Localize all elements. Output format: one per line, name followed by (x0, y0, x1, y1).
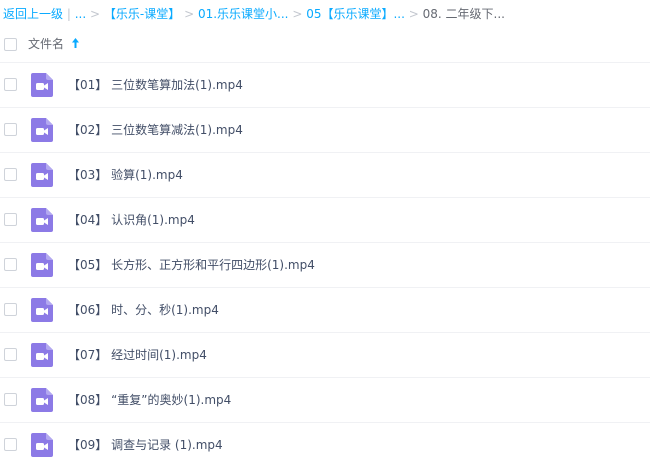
breadcrumb: 返回上一级 | ... > 【乐乐-课堂】 > 01.乐乐课堂小... > 05… (3, 6, 505, 22)
file-name[interactable]: 【09】 调查与记录 (1).mp4 (68, 437, 223, 453)
file-row[interactable]: 【05】 长方形、正方形和平行四边形(1).mp4 (0, 242, 650, 287)
row-checkbox[interactable] (4, 123, 17, 136)
row-checkbox[interactable] (4, 213, 17, 226)
file-row[interactable]: 【02】 三位数笔算减法(1).mp4 (0, 107, 650, 152)
file-row[interactable]: 【01】 三位数笔算加法(1).mp4 (0, 62, 650, 107)
file-name[interactable]: 【01】 三位数笔算加法(1).mp4 (68, 77, 243, 93)
breadcrumb-ellipsis[interactable]: ... (75, 7, 86, 21)
breadcrumb-item-3[interactable]: 05【乐乐课堂】... (306, 7, 405, 21)
breadcrumb-item-1[interactable]: 【乐乐-课堂】 (104, 7, 180, 21)
video-file-icon (31, 73, 53, 97)
breadcrumb-separator: > (184, 7, 195, 21)
breadcrumb-separator: > (292, 7, 303, 21)
video-file-icon (31, 298, 53, 322)
video-file-icon (31, 388, 53, 412)
file-row[interactable]: 【06】 时、分、秒(1).mp4 (0, 287, 650, 332)
file-row[interactable]: 【04】 认识角(1).mp4 (0, 197, 650, 242)
row-checkbox[interactable] (4, 438, 17, 451)
file-name[interactable]: 【04】 认识角(1).mp4 (68, 212, 195, 228)
file-name[interactable]: 【05】 长方形、正方形和平行四边形(1).mp4 (68, 257, 315, 273)
breadcrumb-separator: > (90, 7, 101, 21)
select-all-checkbox[interactable] (4, 38, 17, 51)
video-file-icon (31, 253, 53, 277)
file-name[interactable]: 【08】 “重复”的奥妙(1).mp4 (68, 392, 231, 408)
breadcrumb-item-2[interactable]: 01.乐乐课堂小... (198, 7, 289, 21)
row-checkbox[interactable] (4, 78, 17, 91)
column-header-filename[interactable]: 文件名 (28, 36, 64, 52)
breadcrumb-divider: | (66, 7, 71, 21)
video-file-icon (31, 433, 53, 457)
arrow-up-icon[interactable] (71, 36, 80, 50)
breadcrumb-separator: > (408, 7, 419, 21)
file-list-header: 文件名 (0, 28, 650, 60)
video-file-icon (31, 208, 53, 232)
file-row[interactable]: 【07】 经过时间(1).mp4 (0, 332, 650, 377)
video-file-icon (31, 118, 53, 142)
file-name[interactable]: 【02】 三位数笔算减法(1).mp4 (68, 122, 243, 138)
row-checkbox[interactable] (4, 303, 17, 316)
file-name[interactable]: 【03】 验算(1).mp4 (68, 167, 183, 183)
file-name[interactable]: 【07】 经过时间(1).mp4 (68, 347, 207, 363)
breadcrumb-current: 08. 二年级下... (422, 7, 505, 21)
video-file-icon (31, 163, 53, 187)
video-file-icon (31, 343, 53, 367)
row-checkbox[interactable] (4, 393, 17, 406)
row-checkbox[interactable] (4, 348, 17, 361)
row-checkbox[interactable] (4, 168, 17, 181)
back-link[interactable]: 返回上一级 (3, 7, 63, 21)
file-row[interactable]: 【09】 调查与记录 (1).mp4 (0, 422, 650, 467)
file-row[interactable]: 【08】 “重复”的奥妙(1).mp4 (0, 377, 650, 422)
file-row[interactable]: 【03】 验算(1).mp4 (0, 152, 650, 197)
row-checkbox[interactable] (4, 258, 17, 271)
file-name[interactable]: 【06】 时、分、秒(1).mp4 (68, 302, 219, 318)
